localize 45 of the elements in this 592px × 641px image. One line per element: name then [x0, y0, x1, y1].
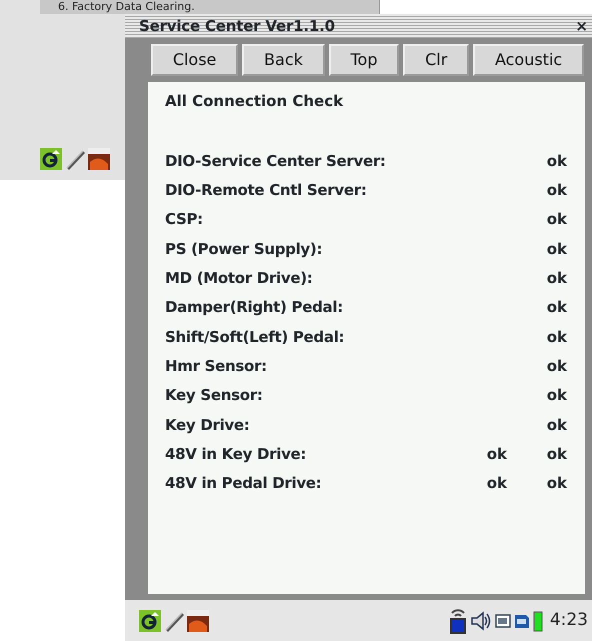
check-result: ok: [546, 385, 567, 406]
check-result: ok: [486, 444, 507, 465]
check-result: ok: [546, 209, 567, 230]
check-result: ok: [546, 473, 567, 494]
speaker-icon: [470, 610, 492, 632]
toolbar-button[interactable]: Top: [328, 44, 400, 76]
section-heading: All Connection Check: [165, 91, 344, 112]
check-label: Shift/Soft(Left) Pedal:: [165, 326, 346, 348]
start-icon[interactable]: [40, 148, 62, 170]
menu-item[interactable]: 6. Factory Data Clearing.: [40, 0, 380, 14]
window-title: Service Center Ver1.1.0: [139, 16, 335, 37]
toolbar-button[interactable]: Back: [242, 44, 325, 76]
check-label: 48V in Pedal Drive:: [165, 473, 322, 494]
pen-icon[interactable]: [164, 610, 184, 632]
check-result: ok: [546, 356, 567, 377]
check-label: DIO-Service Center Server:: [165, 150, 387, 172]
toolbar-button[interactable]: Clr: [403, 44, 470, 76]
clock: 4:23: [550, 608, 588, 632]
sd-card-icon: [514, 612, 530, 628]
check-result: ok: [546, 150, 567, 172]
toolbar-button[interactable]: Close: [151, 44, 238, 76]
check-label: MD (Motor Drive):: [165, 268, 314, 290]
battery-icon: [532, 610, 543, 632]
check-result: ok: [546, 444, 567, 465]
check-label: Hmr Sensor:: [165, 356, 268, 377]
check-label: 48V in Key Drive:: [165, 444, 308, 465]
check-label: DIO-Remote Cntl Server:: [165, 180, 368, 202]
check-label: Key Drive:: [165, 414, 250, 436]
device-icon: [448, 606, 467, 634]
check-result: ok: [546, 297, 567, 318]
check-result: ok: [546, 326, 567, 348]
check-label: Damper(Right) Pedal:: [165, 297, 344, 318]
check-label: Key Sensor:: [165, 385, 264, 406]
check-result: ok: [546, 238, 567, 260]
pen-icon[interactable]: [65, 148, 85, 170]
start-icon[interactable]: [139, 610, 161, 632]
check-result: ok: [546, 268, 567, 290]
cf-card-icon: [494, 612, 511, 628]
check-label: PS (Power Supply):: [165, 238, 324, 260]
toolbar-button[interactable]: Acoustic: [473, 44, 584, 76]
check-result: ok: [546, 180, 567, 202]
check-label: CSP:: [165, 209, 204, 230]
check-result: ok: [546, 414, 567, 436]
check-result: ok: [486, 473, 507, 494]
close-button[interactable]: ×: [575, 14, 588, 38]
